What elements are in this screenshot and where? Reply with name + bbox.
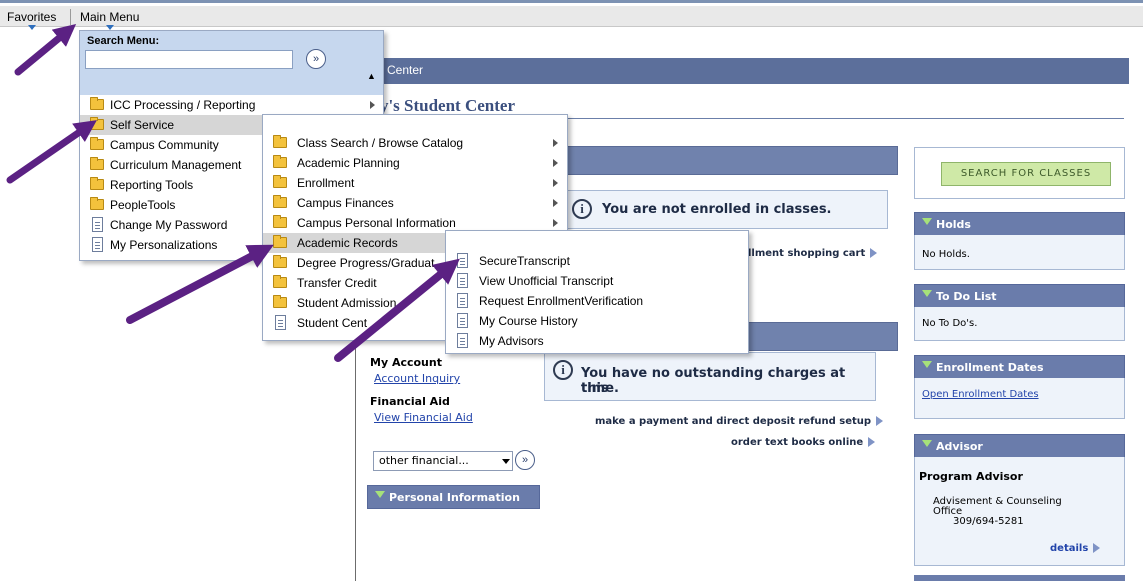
pointer-arrow-self-service <box>6 120 97 184</box>
pointer-arrow-main-menu <box>14 24 77 76</box>
annotation-arrows-layer <box>6 24 460 362</box>
pointer-arrow-secure-transcript <box>334 258 460 362</box>
pointer-arrow-academic-records <box>126 244 274 324</box>
